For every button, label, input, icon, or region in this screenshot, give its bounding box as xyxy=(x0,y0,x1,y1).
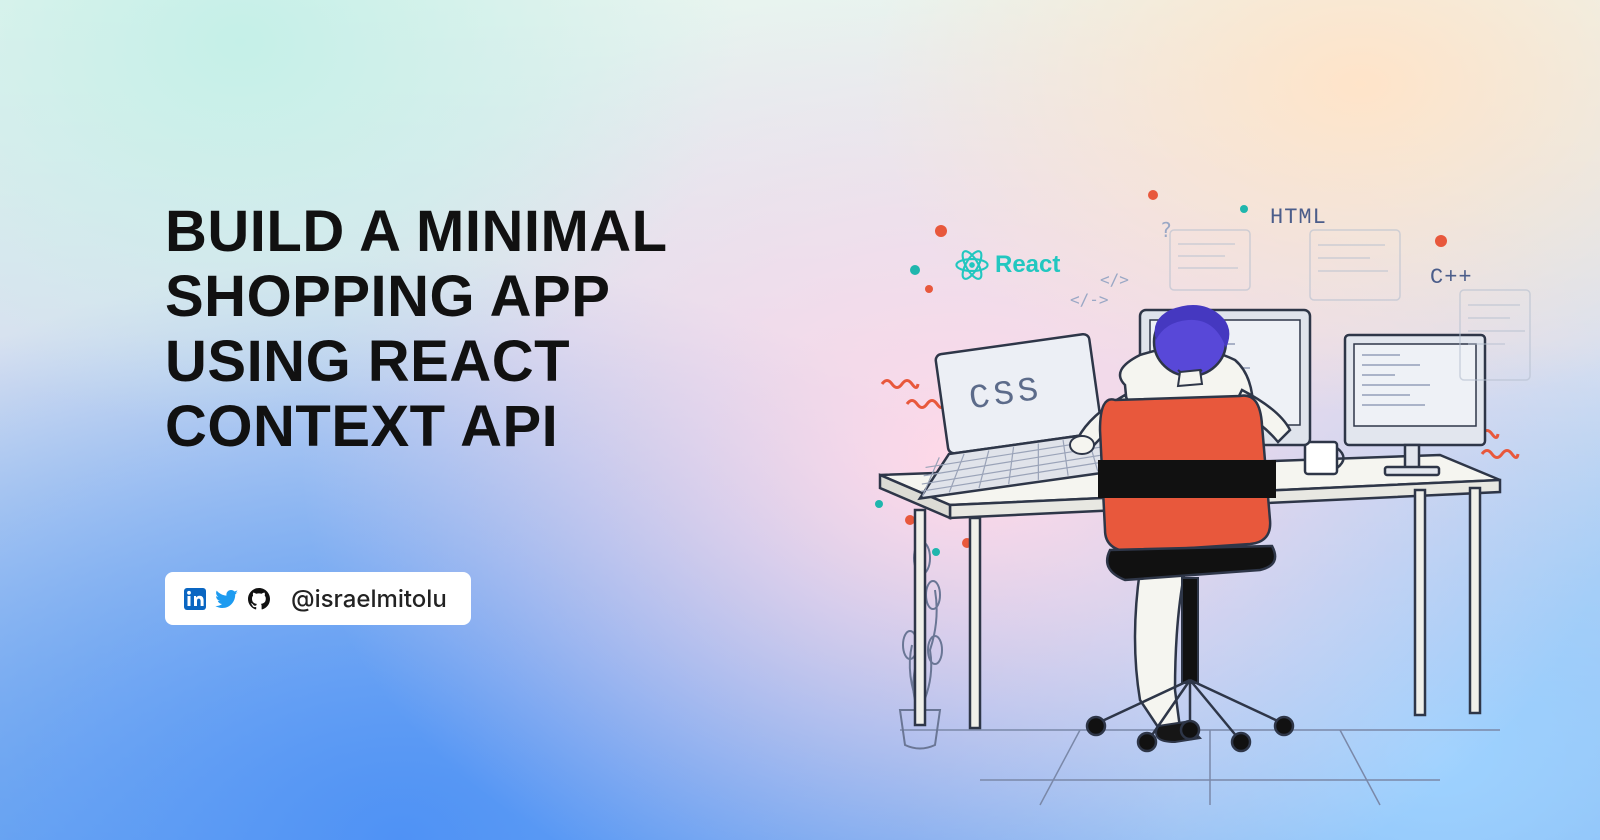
mug xyxy=(1305,442,1344,474)
social-pill: @israelmitolu xyxy=(165,572,471,625)
headline-line-3: USING REACT xyxy=(165,329,570,394)
linkedin-icon xyxy=(183,587,207,611)
github-icon xyxy=(247,587,271,611)
social-icons xyxy=(183,587,271,611)
social-handle: @israelmitolu xyxy=(291,584,447,613)
headline-line-4: CONTEXT API xyxy=(165,394,558,459)
headline-title: BUILD A MINIMAL SHOPPING APP USING REACT… xyxy=(165,200,885,460)
twitter-icon xyxy=(215,587,239,611)
headline-line-2: SHOPPING APP xyxy=(165,264,610,329)
headline-line-1: BUILD A MINIMAL xyxy=(165,199,668,264)
developer-at-desk-svg: CSS xyxy=(840,170,1560,810)
secondary-monitor xyxy=(1345,335,1485,475)
chair xyxy=(1087,396,1293,751)
developer-illustration: React HTML C++ ? </-> </> xyxy=(840,170,1560,810)
